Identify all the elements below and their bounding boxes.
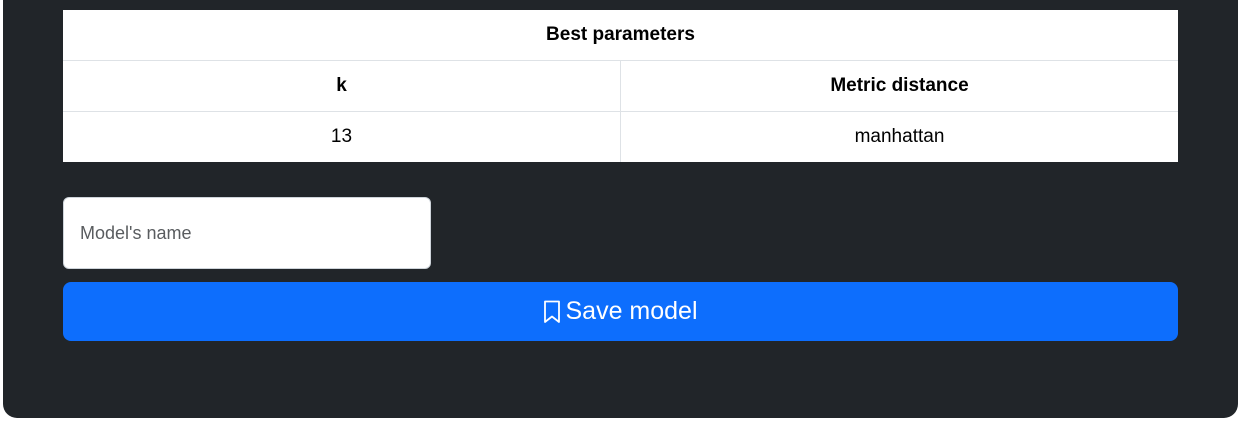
bookmark-icon [543, 300, 561, 324]
table-caption: Best parameters [63, 10, 1178, 61]
model-name-input[interactable] [63, 197, 431, 269]
cell-k-value: 13 [63, 111, 621, 162]
table-header-row: k Metric distance [63, 60, 1178, 112]
table-caption-row: Best parameters [63, 10, 1178, 61]
table-row: 13 manhattan [63, 111, 1178, 162]
cell-metric-distance-value: manhattan [854, 126, 945, 147]
column-header-metric-distance: Metric distance [620, 60, 1178, 112]
best-parameters-table: Best parameters k Metric distance 13 man… [63, 10, 1178, 162]
save-model-button[interactable]: Save model [63, 282, 1178, 341]
save-model-label: Save model [565, 297, 698, 325]
column-header-k: k [63, 60, 621, 112]
